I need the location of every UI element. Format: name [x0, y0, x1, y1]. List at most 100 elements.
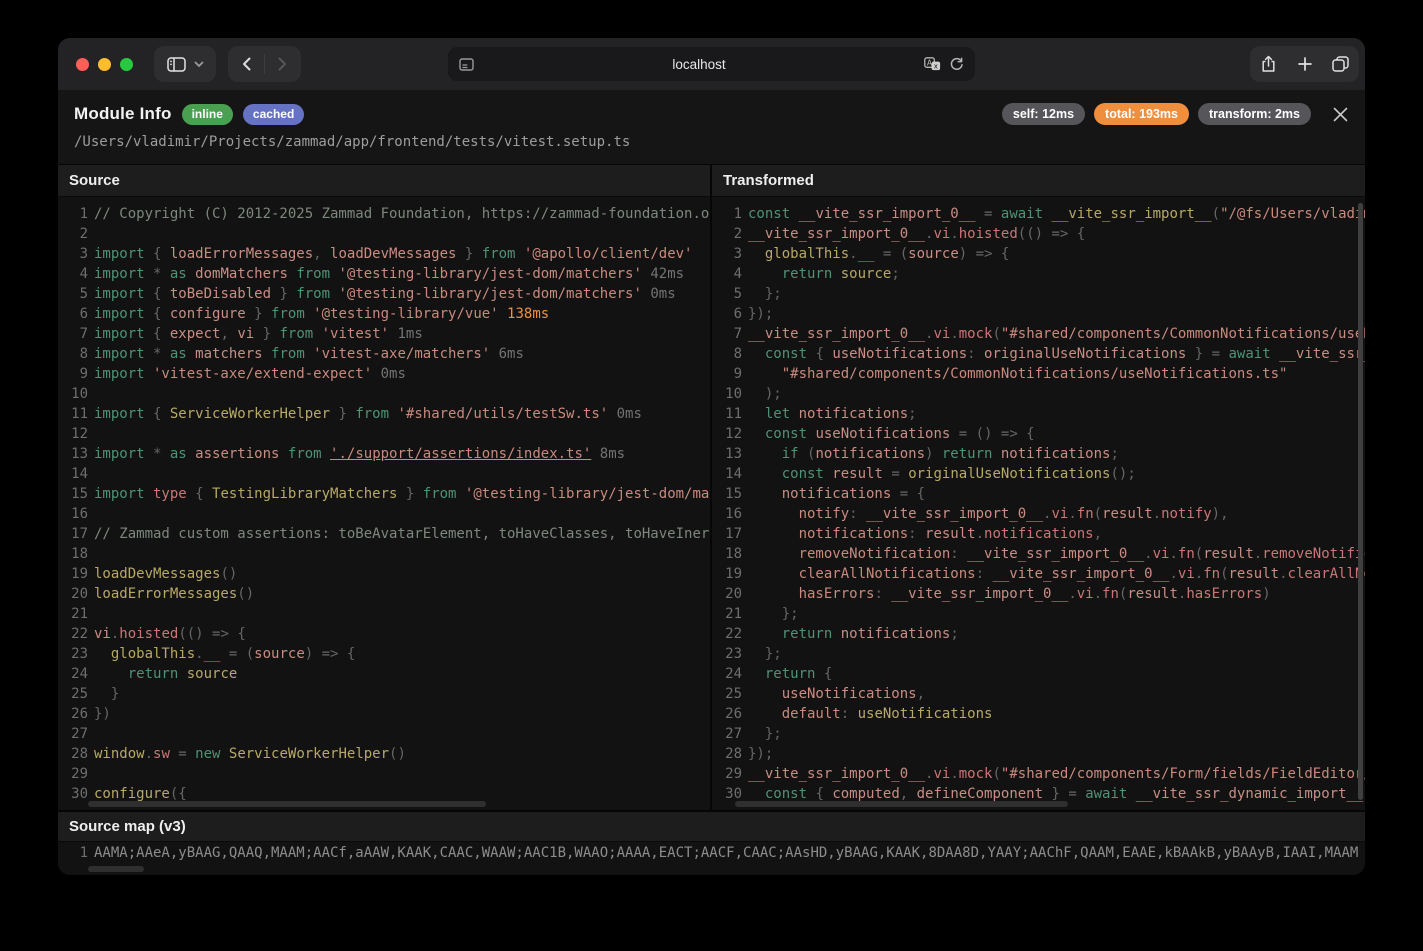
code-token: [748, 586, 799, 602]
code-text: [94, 724, 710, 744]
code-token: [748, 246, 765, 262]
code-token: :: [976, 566, 993, 582]
code-line: 10: [64, 384, 710, 404]
line-number: 21: [64, 604, 88, 624]
code-token: }: [330, 406, 355, 422]
code-line: 21 };: [718, 604, 1365, 624]
source-hscrollbar[interactable]: [88, 801, 486, 807]
code-line: 1// Copyright (C) 2012-2025 Zammad Found…: [64, 204, 710, 224]
code-token: toBeDisabled: [170, 286, 271, 302]
code-token: {: [145, 326, 170, 342]
forward-button[interactable]: [265, 57, 300, 71]
code-line: 14 const result = originalUseNotificatio…: [718, 464, 1365, 484]
code-token: .: [1169, 566, 1177, 582]
line-number: 10: [718, 384, 742, 404]
sidebar-icon: [167, 57, 186, 72]
line-number: 30: [64, 784, 88, 804]
address-bar[interactable]: localhost Ax: [448, 47, 975, 81]
code-token: loadErrorMessages: [94, 586, 237, 602]
code-token: ServiceWorkerHelper: [170, 406, 330, 422]
line-number: 1: [64, 204, 88, 224]
source-panel[interactable]: Source 1// Copyright (C) 2012-2025 Zamma…: [58, 165, 710, 810]
code-token: __vite_ssr_dynamic_import__(: [1271, 346, 1365, 362]
code-token: mock: [959, 326, 993, 342]
transformed-hscrollbar[interactable]: [735, 801, 1068, 807]
source-map-hscrollbar[interactable]: [88, 866, 144, 872]
code-token: });: [748, 746, 773, 762]
code-token: (: [1212, 206, 1220, 222]
code-token: ): [1262, 586, 1270, 602]
translate-icon[interactable]: Ax: [924, 57, 941, 71]
code-token: 'vitest-axe/matchers': [305, 346, 490, 362]
code-token: .: [976, 526, 984, 542]
code-line: 17 notifications: result.notifications,: [718, 524, 1365, 544]
code-token: }: [397, 486, 422, 502]
code-token: return: [782, 266, 833, 282]
code-token: __vite_ssr_import__: [1043, 206, 1212, 222]
code-text: notifications = {: [748, 484, 1365, 504]
code-text: }: [94, 684, 710, 704]
code-token: loadErrorMessages: [170, 246, 313, 262]
code-token: ) => {: [959, 246, 1010, 262]
code-text: useNotifications,: [748, 684, 1365, 704]
code-token: });: [748, 306, 773, 322]
code-line: 13 if (notifications) return notificatio…: [718, 444, 1365, 464]
code-token: 6ms: [490, 346, 524, 362]
code-token: 0ms: [372, 366, 406, 382]
reload-icon[interactable]: [949, 57, 964, 72]
code-token: .: [1094, 586, 1102, 602]
new-tab-button[interactable]: [1287, 57, 1322, 71]
share-button[interactable]: [1250, 55, 1287, 73]
module-link[interactable]: './support/assertions/index.ts': [330, 446, 591, 462]
source-code[interactable]: 1// Copyright (C) 2012-2025 Zammad Found…: [58, 197, 710, 810]
code-line: 9 "#shared/components/CommonNotification…: [718, 364, 1365, 384]
source-map-title: Source map (v3): [58, 812, 1365, 842]
back-button[interactable]: [229, 57, 264, 71]
code-text: const { useNotifications: originalUseNot…: [748, 344, 1365, 364]
line-number: 10: [64, 384, 88, 404]
code-token: globalThis: [111, 646, 195, 662]
line-number: 18: [718, 544, 742, 564]
code-token: ;: [908, 406, 916, 422]
code-token: vi: [1178, 566, 1195, 582]
code-token: 42ms: [642, 266, 684, 282]
code-token: notifications: [782, 486, 892, 502]
transformed-panel[interactable]: Transformed 1const __vite_ssr_import_0__…: [712, 165, 1365, 810]
line-number: 2: [718, 224, 742, 244]
code-token: return: [782, 626, 833, 642]
code-text: };: [748, 604, 1365, 624]
code-line: 26 default: useNotifications: [718, 704, 1365, 724]
code-token: (: [1094, 506, 1102, 522]
code-text: import { loadErrorMessages, loadDevMessa…: [94, 244, 710, 264]
transformed-vscrollbar[interactable]: [1358, 203, 1363, 800]
code-line: 11import { ServiceWorkerHelper } from '#…: [64, 404, 710, 424]
code-token: const: [782, 466, 824, 482]
source-panel-title: Source: [58, 165, 710, 197]
code-text: hasErrors: __vite_ssr_import_0__.vi.fn(r…: [748, 584, 1365, 604]
traffic-light-minimize[interactable]: [98, 58, 111, 71]
code-token: ();: [1110, 466, 1135, 482]
site-settings-icon[interactable]: [459, 58, 474, 71]
code-token: =: [883, 466, 908, 482]
traffic-light-close[interactable]: [76, 58, 89, 71]
code-token: default: [782, 706, 841, 722]
show-tabs-button[interactable]: [1322, 56, 1359, 72]
code-token: removeNotification: [1262, 546, 1365, 562]
close-button[interactable]: [1331, 105, 1349, 123]
line-number: 25: [64, 684, 88, 704]
code-token: from: [423, 486, 457, 502]
transformed-code[interactable]: 1const __vite_ssr_import_0__ = await __v…: [712, 197, 1365, 810]
code-token: expect: [170, 326, 221, 342]
svg-text:x: x: [934, 62, 938, 70]
sidebar-toggle-button[interactable]: [154, 46, 216, 82]
traffic-light-zoom[interactable]: [120, 58, 133, 71]
code-token: TestingLibraryMatchers: [212, 486, 397, 502]
code-token: notifications: [832, 626, 950, 642]
code-text: let notifications;: [748, 404, 1365, 424]
url-text[interactable]: localhost: [474, 57, 924, 72]
line-number: 19: [64, 564, 88, 584]
code-token: __vite_ssr_import_0__: [748, 226, 925, 242]
code-token: [322, 446, 330, 462]
code-token: ,: [220, 326, 237, 342]
code-text: [94, 604, 710, 624]
